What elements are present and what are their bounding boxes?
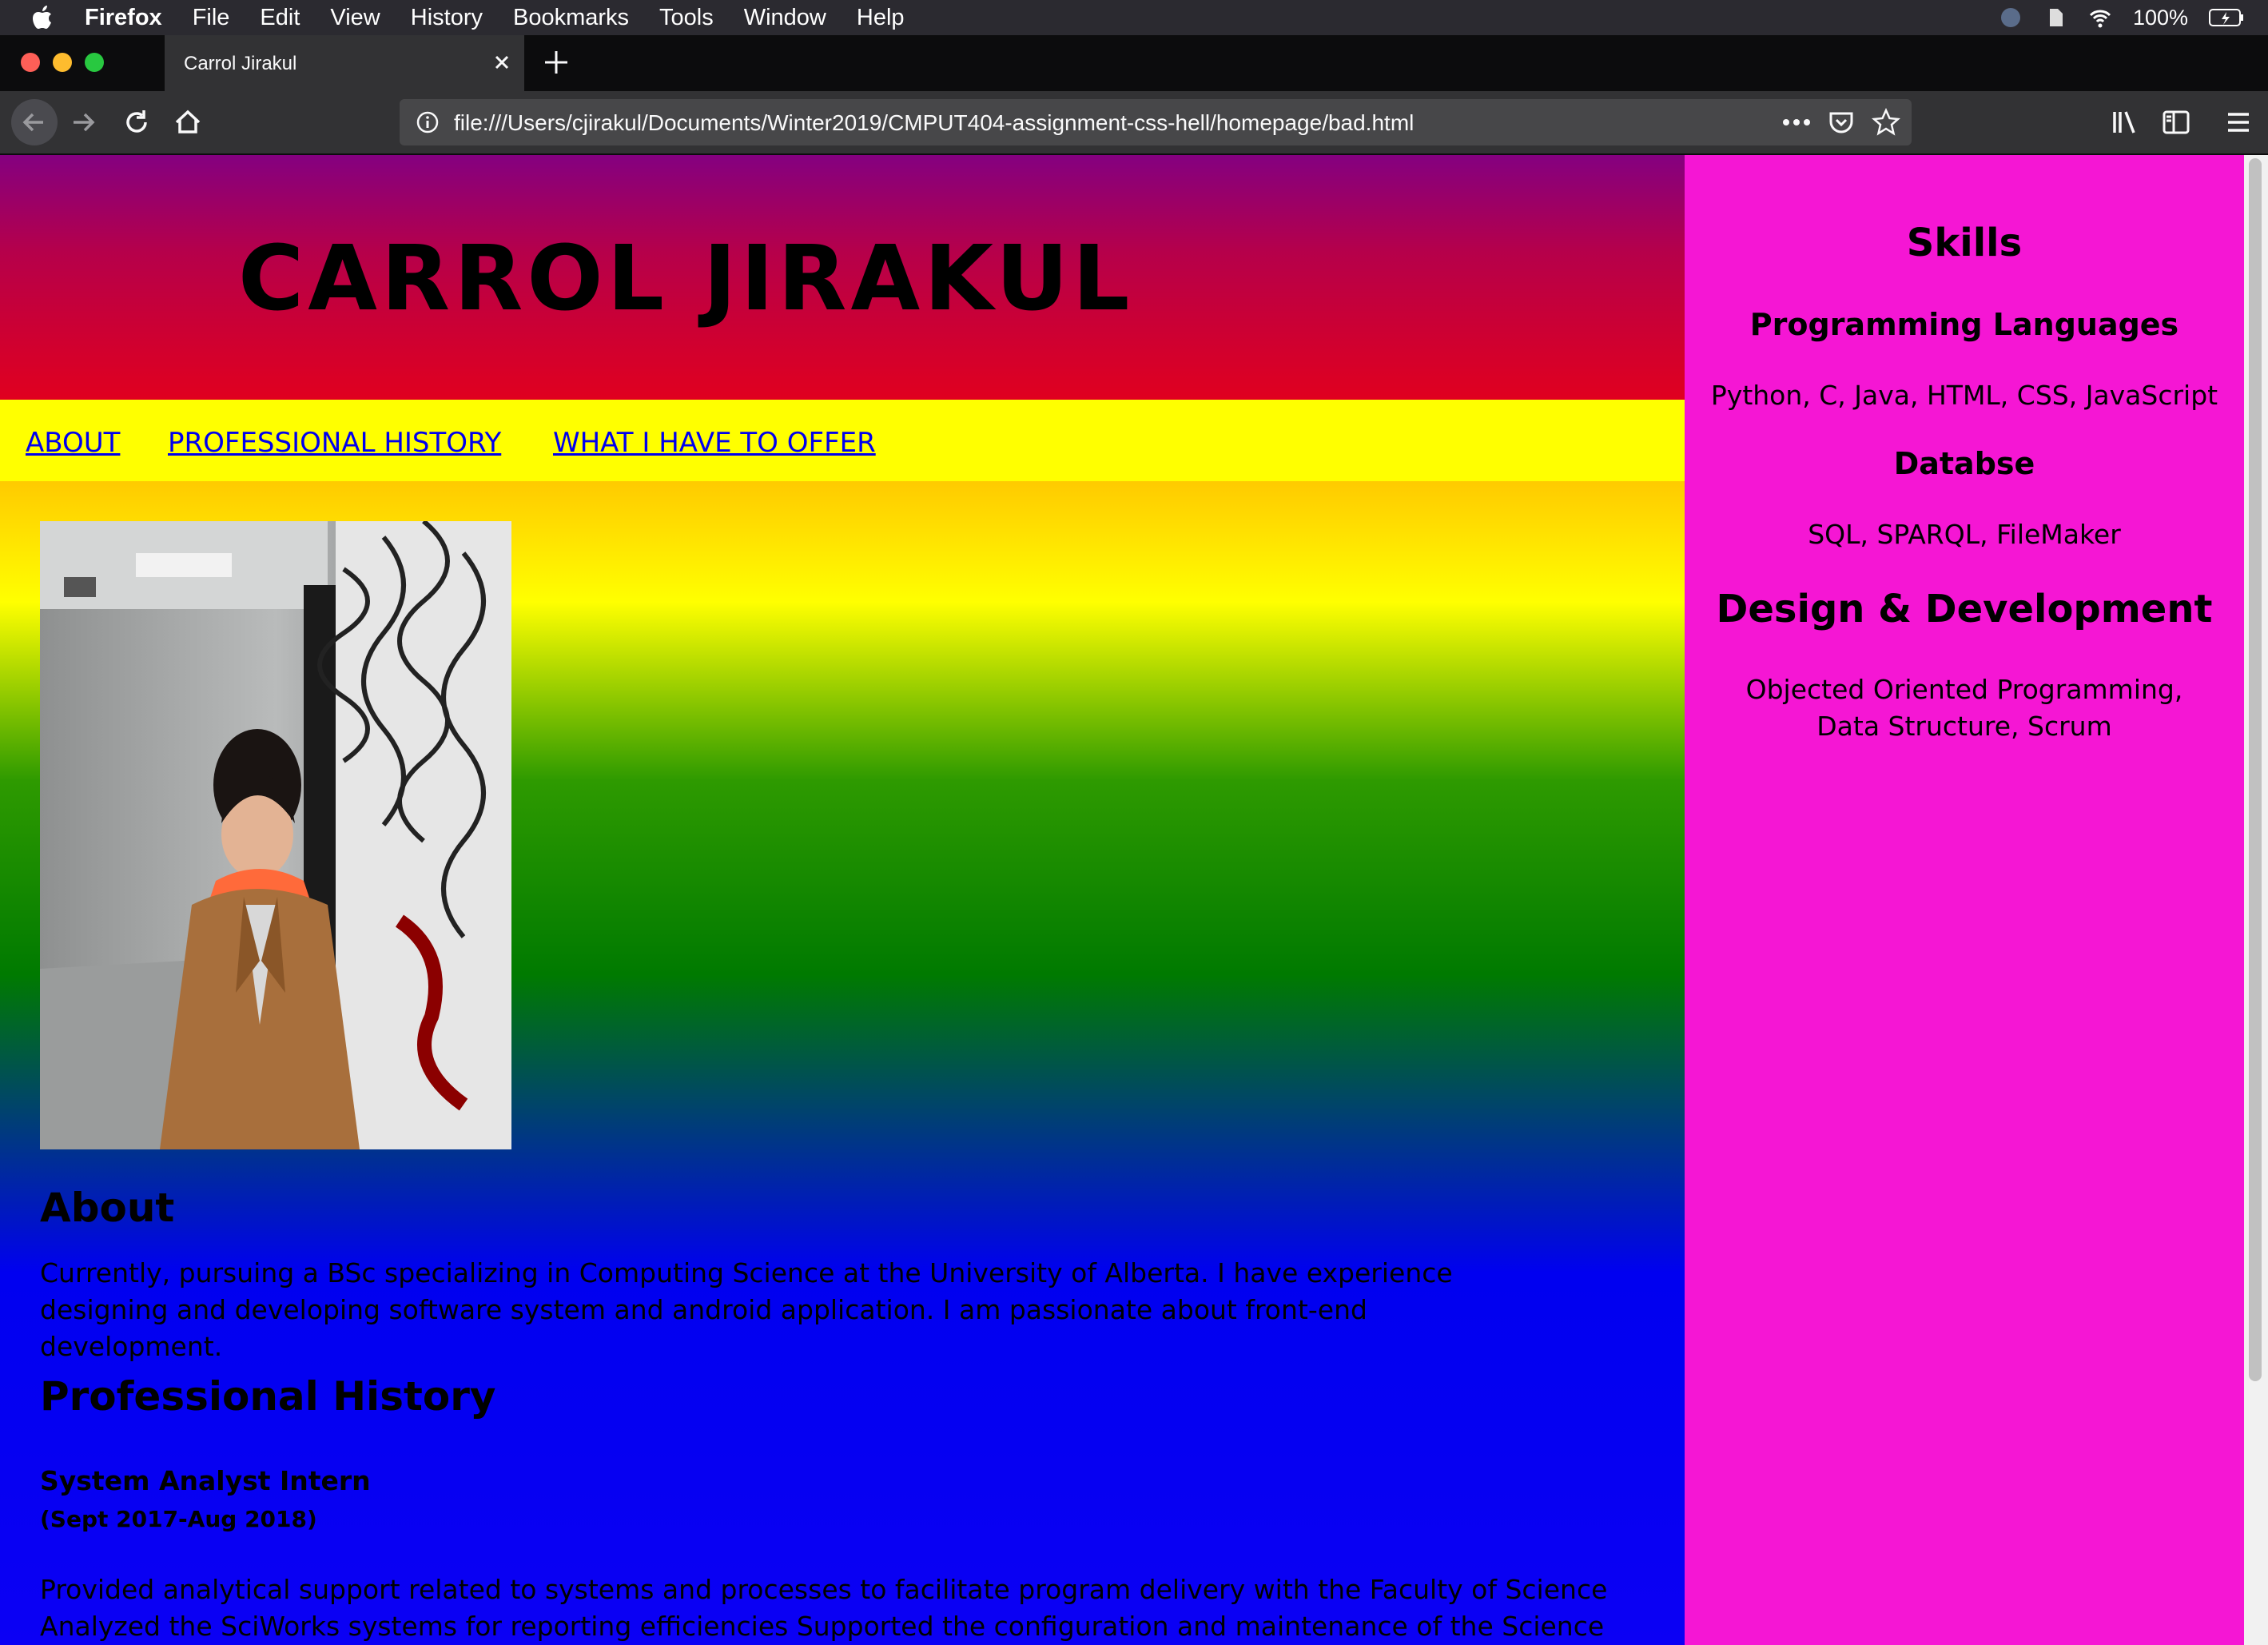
menu-window[interactable]: Window [744,5,826,31]
url-text: file:///Users/cjirakul/Documents/Winter2… [454,110,1415,135]
main-content: CARROL JIRAKUL ABOUT PROFESSIONAL HISTOR… [0,155,1685,1645]
scrollbar-thumb[interactable] [2249,158,2262,1381]
nav-link-what-i-have-to-offer[interactable]: WHAT I HAVE TO OFFER [553,427,876,459]
address-bar[interactable]: file:///Users/cjirakul/Documents/Winter2… [400,99,1912,145]
job-description: Provided analytical support related to s… [40,1574,1608,1642]
window-close-button[interactable] [21,53,40,72]
battery-percent: 100% [2132,5,2188,30]
menu-tools[interactable]: Tools [659,5,714,31]
wifi-icon[interactable] [2088,6,2112,30]
skills-section-heading: Programming Languages [1749,307,2179,342]
window-minimize-button[interactable] [53,53,72,72]
menu-firefox[interactable]: Firefox [85,5,162,31]
home-icon[interactable] [169,104,206,141]
back-arrow-icon [22,113,43,132]
skills-section-heading: Databse [1893,446,2035,481]
skills-section-text: Python, C, Java, HTML, CSS, JavaScript [1710,380,2218,411]
tab-title: Carrol Jirakul [184,53,297,74]
new-tab-icon[interactable] [540,46,572,78]
hamburger-menu-icon[interactable] [2220,104,2257,141]
tab-strip: Carrol Jirakul [0,35,2268,91]
macos-menu-bar: Firefox File Edit View History Bookmarks… [0,0,2268,35]
site-info-icon[interactable] [416,110,440,134]
pocket-icon[interactable] [1827,108,1856,137]
skills-section-heading: Design & Development [1716,587,2213,631]
job-title: System Analyst Intern [40,1465,371,1496]
skills-heading: Skills [1906,221,2023,265]
navigation-toolbar: file:///Users/cjirakul/Documents/Winter2… [0,91,2268,155]
apple-logo-icon[interactable] [32,6,53,30]
nav-link-about[interactable]: ABOUT [26,427,120,459]
privacy-shield-icon[interactable] [1999,6,2023,30]
menu-help[interactable]: Help [857,5,905,31]
skills-sidebar: Skills Programming Languages Python, C, … [1685,155,2244,1645]
tab-close-icon[interactable] [489,50,515,75]
menu-file[interactable]: File [193,5,230,31]
job-dates: (Sept 2017-Aug 2018) [40,1506,317,1532]
page-title: CARROL JIRAKUL [238,227,1134,331]
battery-icon[interactable] [2209,8,2244,27]
menu-bookmarks[interactable]: Bookmarks [513,5,629,31]
nav-bar: ABOUT PROFESSIONAL HISTORY WHAT I HAVE T… [0,400,1685,481]
library-icon[interactable] [2107,104,2143,141]
about-text: Currently, pursuing a BSc specializing i… [40,1257,1453,1362]
skills-section-text: Objected Oriented Programming, Data Stru… [1745,674,2183,742]
nav-link-professional-history[interactable]: PROFESSIONAL HISTORY [168,427,501,459]
back-button[interactable] [11,99,58,145]
sidebar-toggle-icon[interactable] [2158,104,2194,141]
menu-history[interactable]: History [411,5,483,31]
menu-bar-status-area: 100% [1999,0,2244,35]
reload-icon[interactable] [118,104,155,141]
page-actions-icon[interactable] [1782,118,1811,127]
about-heading: About [40,1185,175,1231]
forward-arrow-icon[interactable] [66,104,102,141]
page-header: CARROL JIRAKUL [0,155,1685,400]
menu-edit[interactable]: Edit [260,5,300,31]
page-viewport: CARROL JIRAKUL ABOUT PROFESSIONAL HISTOR… [0,155,2268,1645]
menu-view[interactable]: View [330,5,380,31]
window-zoom-button[interactable] [85,53,104,72]
evernote-icon[interactable] [2043,6,2067,30]
professional-history-heading: Professional History [40,1373,496,1420]
skills-section-text: SQL, SPARQL, FileMaker [1808,519,2121,550]
tab-active[interactable]: Carrol Jirakul [165,35,524,91]
profile-photo [40,521,511,1149]
bookmark-star-icon[interactable] [1872,108,1900,137]
